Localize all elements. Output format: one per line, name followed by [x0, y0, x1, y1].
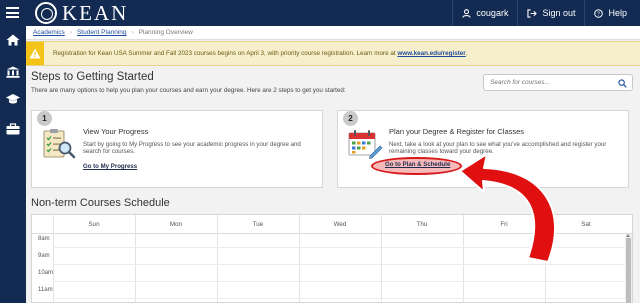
help-icon: ? — [594, 8, 604, 18]
scroll-up-icon[interactable] — [626, 234, 630, 237]
go-to-my-progress-link[interactable]: Go to My Progress — [83, 163, 137, 170]
grid-line — [53, 281, 625, 282]
time-label: 11am — [38, 287, 53, 293]
help-label: Help — [608, 8, 627, 18]
card-description: Start by going to My Progress to see you… — [83, 141, 301, 155]
menu-icon[interactable] — [6, 7, 19, 18]
breadcrumb: Academics › Student Planning › Planning Over… — [26, 26, 640, 40]
breadcrumb-current: Planning Overview — [138, 29, 193, 36]
breadcrumb-academics[interactable]: Academics — [33, 29, 65, 36]
warning-icon — [29, 48, 41, 59]
course-search — [483, 74, 633, 91]
step-number: 1 — [37, 111, 52, 126]
brand-wordmark[interactable]: KEAN — [62, 1, 128, 26]
card-title: Plan your Degree & Register for Classes — [389, 127, 525, 136]
user-menu[interactable]: cougark — [452, 0, 517, 26]
day-header-wed: Wed — [333, 221, 347, 228]
day-header-thu: Thu — [416, 221, 428, 228]
home-icon[interactable] — [6, 34, 20, 46]
calendar-pencil-icon — [348, 130, 383, 159]
day-header-sat: Sat — [581, 221, 591, 228]
graduation-cap-icon[interactable] — [6, 93, 20, 105]
registration-notice: Registration for Kean USA Summer and Fal… — [26, 41, 640, 66]
calendar-scrollbar[interactable] — [625, 234, 632, 303]
top-nav: cougark Sign out ? Help — [452, 0, 636, 26]
grid-line — [53, 247, 625, 248]
notice-message: Registration for Kean USA Summer and Fal… — [53, 50, 398, 57]
grid-line — [53, 298, 625, 299]
grid-line — [381, 215, 382, 303]
grid-line — [53, 264, 625, 265]
sign-out-label: Sign out — [542, 8, 576, 18]
breadcrumb-separator: › — [69, 29, 72, 36]
page-subtitle: There are many options to help you plan … — [31, 87, 346, 94]
search-input[interactable] — [490, 79, 610, 86]
search-icon[interactable] — [618, 79, 627, 88]
help-button[interactable]: ? Help — [584, 0, 636, 26]
user-name: cougark — [476, 8, 509, 18]
step-card-progress: 1 View Your Progress Start by going to M… — [31, 110, 323, 188]
schedule-title: Non-term Courses Schedule — [31, 197, 170, 209]
day-header-fri: Fri — [500, 221, 508, 228]
calendar-header: Sun Mon Tue Wed Thu Fri Sat — [32, 215, 634, 234]
step-card-plan: 2 Plan your Degree & Register for Classe… — [337, 110, 629, 188]
go-to-plan-schedule-link[interactable]: Go to Plan & Schedule — [385, 161, 450, 168]
grid-line — [463, 215, 464, 303]
time-label: 10am — [38, 270, 54, 276]
top-bar: KEAN cougark Sign out ? Help — [0, 0, 640, 26]
checklist-magnifier-icon — [43, 129, 76, 159]
time-label: 9am — [38, 253, 50, 259]
sign-out-button[interactable]: Sign out — [517, 0, 584, 26]
grid-line — [545, 215, 546, 303]
left-rail — [0, 26, 26, 303]
breadcrumb-separator: › — [131, 29, 134, 36]
grid-line — [135, 215, 136, 303]
day-header-mon: Mon — [169, 221, 183, 228]
schedule-calendar: Sun Mon Tue Wed Thu Fri Sat 8am 9am 10am… — [31, 214, 634, 303]
warning-badge — [26, 42, 44, 65]
day-header-sun: Sun — [88, 221, 100, 228]
briefcase-icon[interactable] — [6, 123, 20, 135]
scroll-thumb[interactable] — [626, 238, 631, 303]
time-label: 8am — [38, 236, 50, 242]
card-description: Next, take a look at your plan to see wh… — [389, 141, 607, 155]
bank-icon[interactable] — [6, 66, 20, 78]
svg-text:?: ? — [597, 11, 600, 17]
user-icon — [462, 8, 472, 18]
kean-seal-logo — [35, 2, 57, 24]
page-title: Steps to Getting Started — [31, 71, 154, 83]
step-number: 2 — [343, 111, 358, 126]
grid-line — [217, 215, 218, 303]
breadcrumb-student-planning[interactable]: Student Planning — [77, 29, 127, 36]
sign-out-icon — [527, 8, 538, 18]
register-link[interactable]: www.kean.edu/register — [397, 50, 465, 57]
day-header-tue: Tue — [252, 221, 264, 228]
notice-suffix: . — [465, 50, 468, 57]
notice-text: Registration for Kean USA Summer and Fal… — [53, 50, 468, 57]
card-title: View Your Progress — [83, 127, 149, 136]
grid-line — [299, 215, 300, 303]
grid-line — [53, 215, 54, 303]
